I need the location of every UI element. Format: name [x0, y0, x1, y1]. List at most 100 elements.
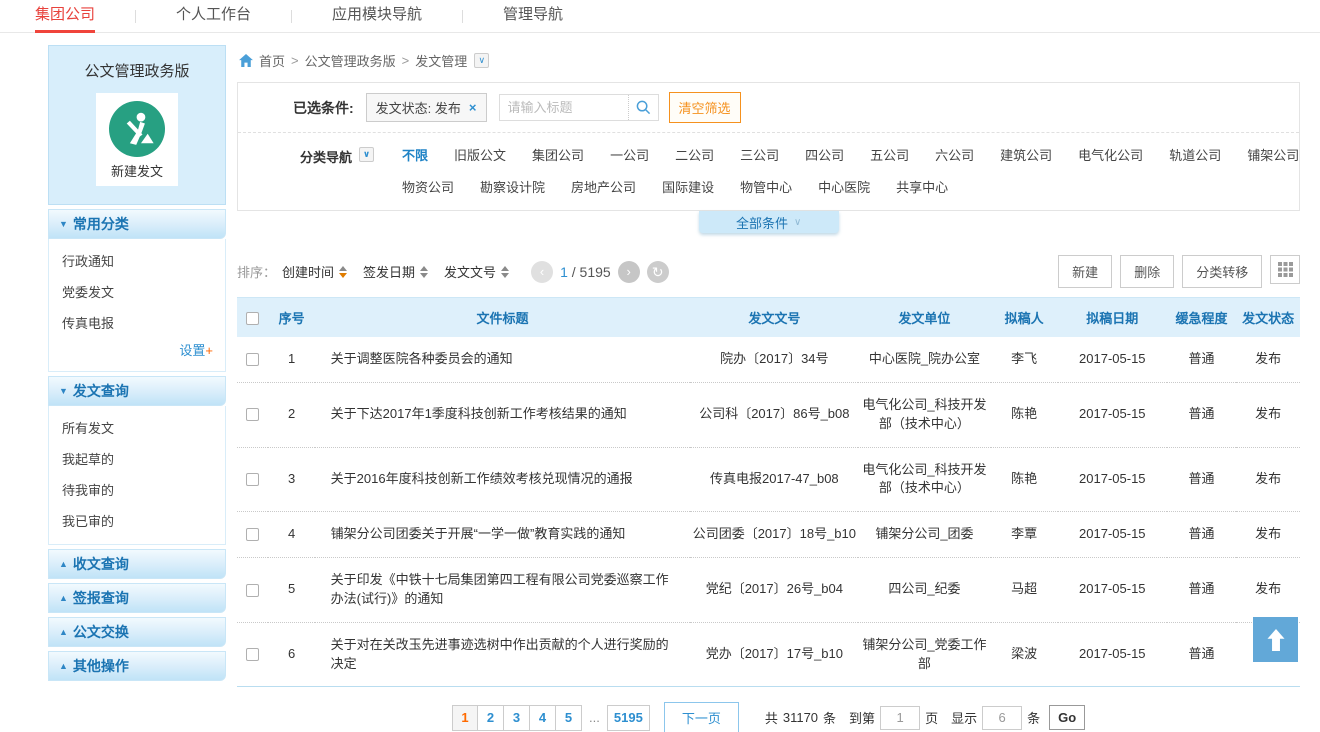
main-content: 首页 > 公文管理政务版 > 发文管理 ∨ 已选条件: 发文状态: 发布 ×	[237, 45, 1300, 732]
category-item[interactable]: 勘察设计院	[480, 177, 545, 196]
sort-create-time[interactable]: 创建时间	[282, 262, 347, 281]
page-button-4[interactable]: 4	[530, 705, 556, 731]
section-label: 其他操作	[73, 656, 129, 676]
document-title-link[interactable]: 关于2016年度科技创新工作绩效考核兑现情况的通报	[315, 447, 691, 512]
filter-panel: 已选条件: 发文状态: 发布 × 清空筛选 分类导航 ∨	[237, 82, 1300, 211]
category-item[interactable]: 四公司	[805, 145, 844, 164]
row-checkbox[interactable]	[246, 584, 259, 597]
breadcrumb-home[interactable]: 首页	[259, 51, 285, 70]
page-button-last[interactable]: 5195	[607, 705, 650, 731]
row-checkbox[interactable]	[246, 408, 259, 421]
page-button-2[interactable]: 2	[478, 705, 504, 731]
sort-arrows-icon	[420, 266, 428, 278]
pagination: 1 2 3 4 5 ... 5195 下一页 共 31170 条 到第 页 显示…	[237, 702, 1300, 732]
active-tab-underline	[35, 30, 95, 33]
section-label: 常用分类	[73, 214, 129, 234]
document-title-link[interactable]: 关于印发《中铁十七局集团第四工程有限公司党委巡察工作办法(试行)》的通知	[315, 558, 691, 623]
nav-tab-group-company[interactable]: 集团公司	[35, 0, 135, 33]
category-item[interactable]: 物资公司	[402, 177, 454, 196]
sidebar-item-all-outgoing[interactable]: 所有发文	[49, 412, 225, 443]
breadcrumb-dropdown-icon[interactable]: ∨	[474, 53, 489, 68]
category-item[interactable]: 国际建设	[662, 177, 714, 196]
row-checkbox[interactable]	[246, 528, 259, 541]
next-page-icon[interactable]: ›	[618, 261, 640, 283]
triangle-up-icon: ▲	[59, 627, 68, 637]
sidebar-section-signoff-query[interactable]: ▲ 签报查询	[48, 583, 226, 613]
back-to-top-button[interactable]	[1253, 617, 1298, 662]
sidebar-section-common-categories[interactable]: ▼ 常用分类	[48, 209, 226, 239]
sort-text: 创建时间	[282, 262, 334, 281]
category-item[interactable]: 物管中心	[740, 177, 792, 196]
category-unlimited[interactable]: 不限	[402, 145, 428, 164]
document-title-link[interactable]: 铺架分公司团委关于开展“一学一做”教育实践的通知	[315, 512, 691, 558]
sidebar-item-pending-my-review[interactable]: 待我审的	[49, 474, 225, 505]
cell-unit: 四公司_纪委	[858, 558, 990, 623]
nav-tab-app-modules[interactable]: 应用模块导航	[292, 0, 462, 33]
sidebar-section-outgoing-query[interactable]: ▼ 发文查询	[48, 376, 226, 406]
category-item[interactable]: 轨道公司	[1169, 145, 1221, 164]
select-all-checkbox[interactable]	[246, 312, 259, 325]
page-button-5[interactable]: 5	[556, 705, 582, 731]
row-checkbox[interactable]	[246, 648, 259, 661]
cell-unit: 电气化公司_科技开发部（技术中心）	[858, 382, 990, 447]
settings-link[interactable]: 设置+	[49, 338, 225, 363]
category-item[interactable]: 中心医院	[818, 177, 870, 196]
sidebar-section-doc-exchange[interactable]: ▲ 公文交换	[48, 617, 226, 647]
page-size-input[interactable]	[982, 706, 1022, 730]
nav-tab-admin[interactable]: 管理导航	[463, 0, 603, 33]
new-document-button[interactable]: 新建发文	[96, 93, 178, 186]
cell-drafter: 陈艳	[991, 382, 1058, 447]
category-item[interactable]: 房地产公司	[571, 177, 636, 196]
category-item[interactable]: 六公司	[935, 145, 974, 164]
sidebar-item-party-doc[interactable]: 党委发文	[49, 276, 225, 307]
sort-doc-number[interactable]: 发文文号	[444, 262, 509, 281]
create-button[interactable]: 新建	[1058, 255, 1112, 288]
prev-page-icon[interactable]: ‹	[531, 261, 553, 283]
category-item[interactable]: 建筑公司	[1000, 145, 1052, 164]
sidebar-item-drafted-by-me[interactable]: 我起草的	[49, 443, 225, 474]
page-button-3[interactable]: 3	[504, 705, 530, 731]
row-checkbox[interactable]	[246, 473, 259, 486]
document-title-link[interactable]: 关于下达2017年1季度科技创新工作考核结果的通知	[315, 382, 691, 447]
refresh-icon[interactable]: ↻	[647, 261, 669, 283]
col-issuing-unit: 发文单位	[858, 298, 990, 337]
sort-issue-date[interactable]: 签发日期	[363, 262, 428, 281]
title-search-input[interactable]	[500, 100, 628, 115]
sidebar-item-reviewed-by-me[interactable]: 我已审的	[49, 505, 225, 536]
sidebar-section-incoming-query[interactable]: ▲ 收文查询	[48, 549, 226, 579]
delete-button[interactable]: 删除	[1120, 255, 1174, 288]
document-title-link[interactable]: 关于对在关改玉先进事迹选树中作出贡献的个人进行奖励的决定	[315, 622, 691, 687]
clear-filters-button[interactable]: 清空筛选	[669, 92, 741, 123]
category-transfer-button[interactable]: 分类转移	[1182, 255, 1262, 288]
document-title-link[interactable]: 关于调整医院各种委员会的通知	[315, 337, 691, 382]
col-draft-date: 拟稿日期	[1058, 298, 1167, 337]
next-page-button[interactable]: 下一页	[664, 702, 739, 732]
row-checkbox[interactable]	[246, 353, 259, 366]
cell-no: 6	[268, 622, 314, 687]
category-item[interactable]: 旧版公文	[454, 145, 506, 164]
category-dropdown-icon[interactable]: ∨	[359, 147, 374, 162]
sidebar-item-admin-notice[interactable]: 行政通知	[49, 245, 225, 276]
remove-filter-icon[interactable]: ×	[469, 100, 477, 115]
category-item[interactable]: 铺架公司	[1247, 145, 1299, 164]
grid-view-button[interactable]	[1270, 255, 1300, 284]
search-icon[interactable]	[628, 95, 658, 120]
category-item[interactable]: 二公司	[675, 145, 714, 164]
category-item[interactable]: 集团公司	[532, 145, 584, 164]
category-item[interactable]: 一公司	[610, 145, 649, 164]
nav-tab-personal-workbench[interactable]: 个人工作台	[136, 0, 291, 33]
all-conditions-button[interactable]: 全部条件 ∨	[699, 211, 839, 233]
col-drafter: 拟稿人	[991, 298, 1058, 337]
category-item[interactable]: 三公司	[740, 145, 779, 164]
sidebar-section-other-ops[interactable]: ▲ 其他操作	[48, 651, 226, 681]
sidebar-item-fax-telegram[interactable]: 传真电报	[49, 307, 225, 338]
category-item[interactable]: 共享中心	[896, 177, 948, 196]
page-button-1[interactable]: 1	[452, 705, 478, 731]
breadcrumb-level2[interactable]: 发文管理	[415, 51, 467, 70]
category-item[interactable]: 电气化公司	[1078, 145, 1143, 164]
category-item[interactable]: 五公司	[870, 145, 909, 164]
table-row: 5 关于印发《中铁十七局集团第四工程有限公司党委巡察工作办法(试行)》的通知 党…	[237, 558, 1300, 623]
goto-page-input[interactable]	[880, 706, 920, 730]
go-button[interactable]: Go	[1049, 705, 1085, 730]
breadcrumb-level1[interactable]: 公文管理政务版	[305, 51, 396, 70]
